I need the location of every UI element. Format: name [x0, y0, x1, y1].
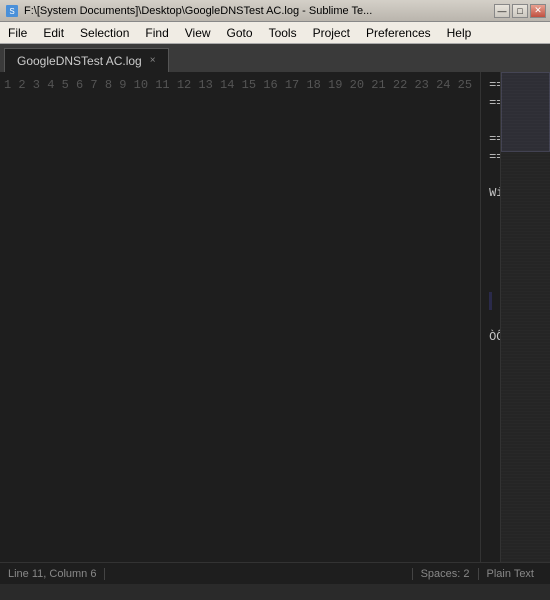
menu-item-help[interactable]: Help	[439, 22, 480, 43]
file-type: Plain Text	[478, 568, 543, 580]
status-right: Spaces: 2 Plain Text	[412, 568, 542, 580]
menu-bar: FileEditSelectionFindViewGotoToolsProjec…	[0, 22, 550, 44]
status-bar: Line 11, Column 6 Spaces: 2 Plain Text	[0, 562, 550, 584]
title-bar: S F:\[System Documents]\Desktop\GoogleDN…	[0, 0, 550, 22]
menu-item-project[interactable]: Project	[305, 22, 358, 43]
code-content[interactable]: ========================================…	[481, 72, 500, 562]
minimize-button[interactable]: —	[494, 4, 510, 18]
menu-item-edit[interactable]: Edit	[35, 22, 72, 43]
close-button[interactable]: ✕	[530, 4, 546, 18]
menu-item-goto[interactable]: Goto	[219, 22, 261, 43]
app-icon: S	[4, 3, 20, 19]
menu-item-view[interactable]: View	[177, 22, 219, 43]
tab-label: GoogleDNSTest AC.log	[17, 54, 142, 68]
window-title: F:\[System Documents]\Desktop\GoogleDNST…	[24, 5, 494, 17]
maximize-button[interactable]: □	[512, 4, 528, 18]
indentation: Spaces: 2	[412, 568, 478, 580]
tab-googlednstest[interactable]: GoogleDNSTest AC.log ×	[4, 48, 169, 72]
window-controls[interactable]: — □ ✕	[494, 4, 546, 18]
minimap-viewport	[501, 72, 550, 152]
menu-item-preferences[interactable]: Preferences	[358, 22, 439, 43]
line-numbers: 1 2 3 4 5 6 7 8 9 10 11 12 13 14 15 16 1…	[0, 72, 481, 562]
editor: 1 2 3 4 5 6 7 8 9 10 11 12 13 14 15 16 1…	[0, 72, 550, 562]
menu-item-selection[interactable]: Selection	[72, 22, 137, 43]
menu-item-tools[interactable]: Tools	[261, 22, 305, 43]
status-left: Line 11, Column 6	[8, 568, 105, 580]
tab-close-button[interactable]: ×	[150, 55, 156, 66]
svg-text:S: S	[9, 7, 14, 16]
menu-item-find[interactable]: Find	[137, 22, 176, 43]
menu-item-file[interactable]: File	[0, 22, 35, 43]
minimap	[500, 72, 550, 562]
cursor-position: Line 11, Column 6	[8, 568, 105, 580]
tab-bar: GoogleDNSTest AC.log ×	[0, 44, 550, 72]
